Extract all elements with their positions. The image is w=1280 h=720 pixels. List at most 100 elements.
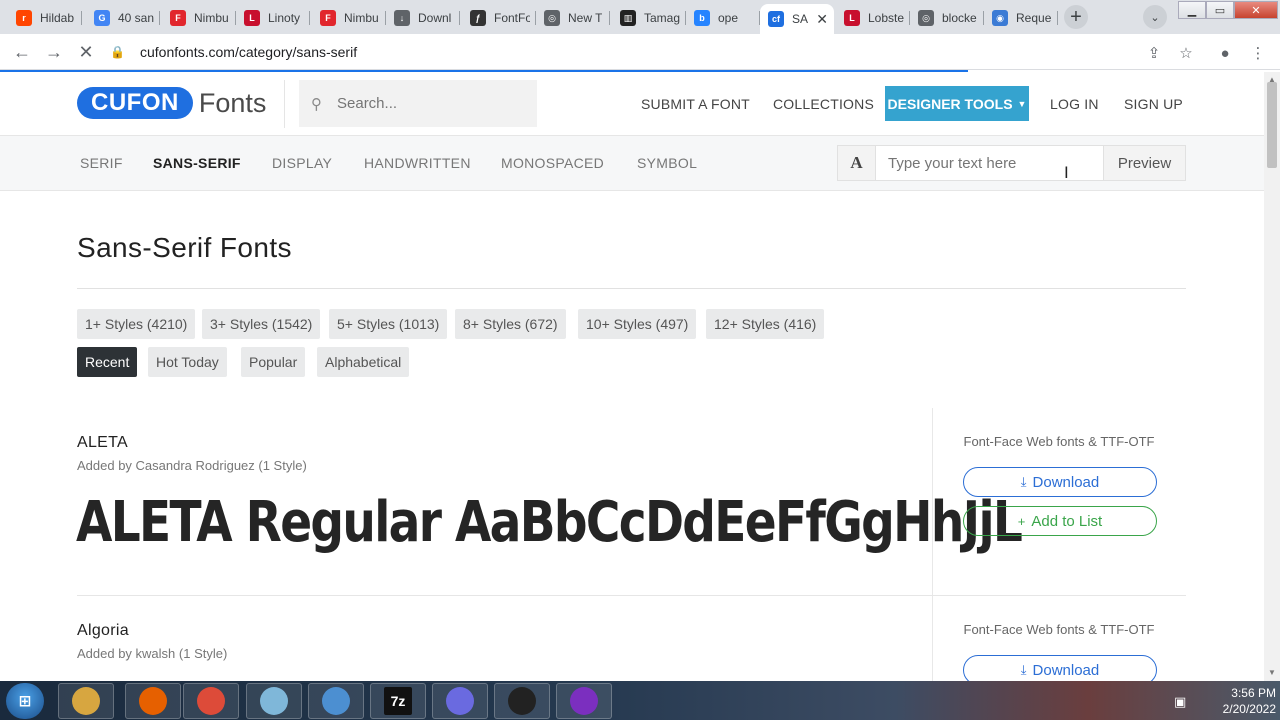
font-size-icon[interactable]: A <box>838 146 876 180</box>
clock-date: 2/20/2022 <box>1222 702 1276 716</box>
sort-recent[interactable]: Recent <box>77 347 138 377</box>
browser-toolbar: ← → ✕ 🔒 cufonfonts.com/category/sans-ser… <box>0 34 1280 70</box>
explorer-icon[interactable] <box>58 683 114 719</box>
filter-1-plus-styles[interactable]: 1+ Styles (4210) <box>77 309 196 339</box>
filter-12-plus-styles[interactable]: 12+ Styles (416) <box>706 309 825 339</box>
sort-hot-today[interactable]: Hot Today <box>148 347 227 377</box>
site-logo[interactable]: CUFON Fonts <box>77 87 266 119</box>
browser-tab[interactable]: b ope <box>686 4 760 32</box>
control-panel-icon[interactable] <box>308 683 364 719</box>
category-serif[interactable]: SERIF <box>80 155 123 171</box>
font-sample-preview[interactable]: ALETA Regular AaBbCcDdEeFfGgHhJjL <box>76 490 1023 555</box>
menu-kebab-icon[interactable]: ⋮ <box>1247 42 1269 64</box>
browser-tab[interactable]: ◉ Reque <box>984 4 1058 32</box>
notepad-icon-glyph <box>260 687 288 715</box>
cufon-icon: cf <box>768 11 784 27</box>
close-tab-icon[interactable]: ✕ <box>810 11 828 28</box>
font-name[interactable]: ALETA <box>77 434 128 452</box>
nav-submit-font[interactable]: SUBMIT A FONT <box>641 96 750 112</box>
tab-title: Reque <box>1016 11 1052 25</box>
notepad-icon[interactable] <box>246 683 302 719</box>
maximize-button[interactable]: ▭ <box>1206 1 1234 19</box>
sort-popular[interactable]: Popular <box>241 347 306 377</box>
category-sans-serif[interactable]: SANS-SERIF <box>153 155 241 171</box>
tab-search-button[interactable]: ⌄ <box>1143 5 1167 29</box>
category-monospaced[interactable]: MONOSPACED <box>501 155 604 171</box>
browser-tab[interactable]: ◎ blocke <box>910 4 984 32</box>
preview-text-input[interactable] <box>876 146 1103 180</box>
browser-tab[interactable]: F Nimbu <box>312 4 386 32</box>
scroll-down-icon[interactable]: ▼ <box>1268 668 1276 677</box>
entry-separator <box>77 595 1186 596</box>
page-scrollbar[interactable]: ▲ ▼ <box>1264 72 1280 681</box>
filter-10-plus-styles[interactable]: 10+ Styles (497) <box>578 309 697 339</box>
browser-tab[interactable]: L Lobste <box>836 4 910 32</box>
tab-title: 40 san <box>118 11 154 25</box>
designer-tools-dropdown[interactable]: DESIGNER TOOLS ▼ <box>885 86 1029 121</box>
download-icon: ↓ <box>394 10 410 26</box>
chrome-icon[interactable] <box>183 683 239 719</box>
filter-8-plus-styles[interactable]: 8+ Styles (672) <box>455 309 566 339</box>
page-content: CUFON Fonts ⚲ SUBMIT A FONT COLLECTIONS … <box>0 72 1264 681</box>
category-handwritten[interactable]: HANDWRITTEN <box>364 155 471 171</box>
firefox-icon[interactable] <box>125 683 181 719</box>
start-button[interactable]: ⊞ <box>6 683 44 719</box>
browser-tab[interactable]: ▥ Tamag <box>612 4 686 32</box>
browser-tab[interactable]: F Nimbu <box>162 4 236 32</box>
download-button[interactable]: ⤓ Download <box>963 655 1157 681</box>
taskbar-clock[interactable]: 3:56 PM 2/20/2022 <box>1186 685 1276 717</box>
chrome-icon-glyph <box>197 687 225 715</box>
tab-separator <box>159 11 160 25</box>
browser-tab[interactable]: G 40 san <box>86 4 160 32</box>
browser-tab[interactable]: ƒ FontFo <box>462 4 536 32</box>
browser-tab[interactable]: cf SA ✕ <box>760 4 834 34</box>
bookmark-star-icon[interactable]: ☆ <box>1175 42 1197 64</box>
chrome-icon: ◎ <box>918 10 934 26</box>
browser-tab[interactable]: r Hildab <box>8 4 82 32</box>
download-button[interactable]: ⤓ Download <box>963 467 1157 497</box>
url-text: cufonfonts.com/category/sans-serif <box>140 44 358 60</box>
browser-tab[interactable]: ↓ Downl <box>386 4 460 32</box>
profile-icon[interactable]: ● <box>1214 42 1236 64</box>
font-name[interactable]: Algoria <box>77 622 129 640</box>
new-tab-button[interactable]: + <box>1064 5 1088 29</box>
font-added-by: Added by Casandra Rodriguez (1 Style) <box>77 458 307 473</box>
search-input[interactable] <box>337 95 527 112</box>
entry-divider <box>932 596 933 681</box>
filter-5-plus-styles[interactable]: 5+ Styles (1013) <box>329 309 448 339</box>
browser-tab[interactable]: ◎ New T <box>536 4 610 32</box>
category-display[interactable]: DISPLAY <box>272 155 332 171</box>
back-arrow-icon[interactable]: ← <box>9 39 35 65</box>
font-formats: Font-Face Web fonts & TTF-OTF <box>963 622 1155 637</box>
nav-login[interactable]: LOG IN <box>1050 96 1099 112</box>
preview-button[interactable]: Preview <box>1103 146 1185 180</box>
close-window-button[interactable]: ✕ <box>1234 1 1278 19</box>
designer-tools-label: DESIGNER TOOLS <box>887 95 1013 112</box>
address-bar[interactable]: 🔒 cufonfonts.com/category/sans-serif <box>110 38 1210 66</box>
7zip-icon[interactable]: 7z <box>370 683 426 719</box>
tor-icon[interactable] <box>556 683 612 719</box>
tab-title: SA <box>792 12 809 26</box>
nav-collections[interactable]: COLLECTIONS <box>773 96 874 112</box>
nav-signup[interactable]: SIGN UP <box>1124 96 1183 112</box>
text-cursor-icon: I <box>1064 163 1069 182</box>
download-label: Download <box>1032 473 1100 491</box>
scrollbar-thumb[interactable] <box>1267 82 1277 168</box>
fontface-icon: F <box>320 10 336 26</box>
inkscape-icon[interactable] <box>432 683 488 719</box>
filter-3-plus-styles[interactable]: 3+ Styles (1542) <box>202 309 321 339</box>
add-to-list-button[interactable]: + Add to List <box>963 506 1157 536</box>
share-icon[interactable]: ⇪ <box>1143 42 1165 64</box>
forward-arrow-icon[interactable]: → <box>41 39 67 65</box>
site-header: CUFON Fonts ⚲ SUBMIT A FONT COLLECTIONS … <box>0 72 1264 136</box>
sort-alphabetical[interactable]: Alphabetical <box>317 347 410 377</box>
stop-loading-icon[interactable]: ✕ <box>73 39 99 65</box>
browser-tab[interactable]: L Linoty <box>236 4 310 32</box>
category-symbol[interactable]: SYMBOL <box>637 155 697 171</box>
fontforge-icon[interactable] <box>494 683 550 719</box>
network-icon[interactable]: ▣ <box>1174 694 1186 710</box>
tab-title: Nimbu <box>344 11 379 25</box>
minimize-button[interactable]: ▁ <box>1178 1 1206 19</box>
bing-icon: b <box>694 10 710 26</box>
site-search[interactable]: ⚲ <box>299 80 537 127</box>
